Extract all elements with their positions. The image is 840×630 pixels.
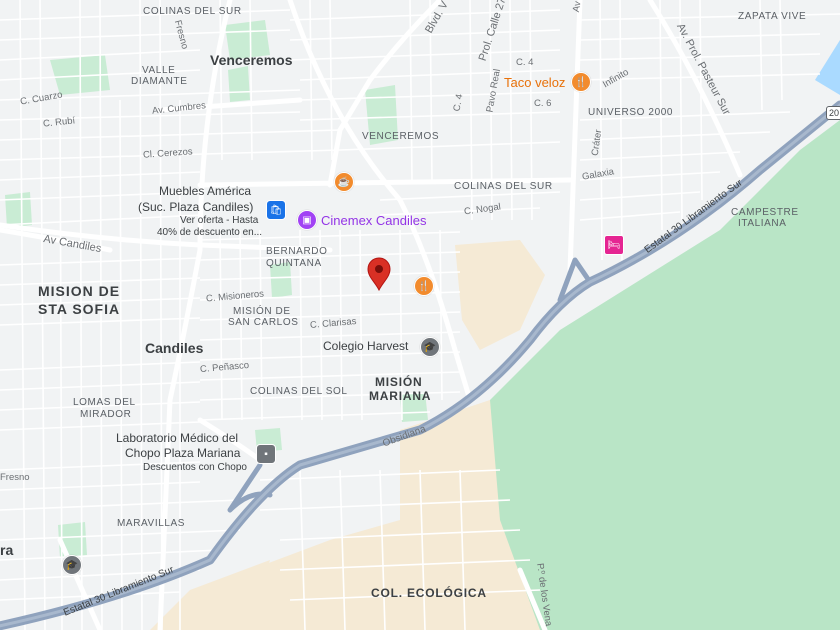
map-canvas[interactable]: COLINAS DEL SUR ZAPATA VIVE VALLE DIAMAN…: [0, 0, 840, 630]
area-label: VENCEREMOS: [362, 131, 440, 142]
coffee-icon[interactable]: ☕: [334, 172, 354, 192]
area-label: ZAPATA VIVE: [738, 11, 807, 22]
poi-muebles-offer: Ver oferta - Hasta: [180, 215, 259, 226]
area-label: CAMPESTRE: [731, 207, 799, 218]
poi-laboratorio-branch[interactable]: Chopo Plaza Mariana: [125, 447, 240, 459]
area-label: UNIVERSO 2000: [588, 107, 674, 118]
area-label: COL. ECOLÓGICA: [371, 586, 487, 600]
poi-colegio-harvest[interactable]: Colegio Harvest: [323, 340, 408, 352]
hotel-icon[interactable]: 🛏: [604, 235, 624, 255]
route-shield: 20: [826, 106, 840, 120]
poi-cinemex[interactable]: Cinemex Candiles: [321, 214, 427, 227]
shopping-bag-icon[interactable]: 🛍: [266, 200, 286, 220]
park-3: [228, 66, 250, 102]
street-label: C. 4: [516, 57, 534, 68]
area-label: MIRADOR: [80, 409, 132, 420]
city-label: Venceremos: [210, 52, 293, 68]
poi-laboratorio-offer: Descuentos con Chopo: [143, 462, 247, 473]
area-label: ITALIANA: [738, 218, 787, 229]
street-label: Av: [570, 0, 584, 14]
area-label: LOMAS DEL: [73, 397, 136, 408]
restaurant-icon[interactable]: 🍴: [414, 276, 434, 296]
area-label: MARAVILLAS: [117, 518, 186, 529]
city-label: Candiles: [145, 340, 204, 356]
area-label: VALLE: [142, 65, 176, 76]
area-label: COLINAS DEL SOL: [250, 386, 348, 397]
school-icon[interactable]: 🎓: [420, 337, 440, 357]
medical-icon[interactable]: ▪: [256, 444, 276, 464]
street-label: Fresno: [0, 472, 30, 483]
area-label: BERNARDO: [266, 246, 328, 257]
city-label-partial: ra: [0, 542, 14, 558]
area-label: MISIÓN DE: [233, 306, 291, 317]
area-label: STA SOFIA: [38, 301, 121, 317]
area-label: DIAMANTE: [131, 76, 188, 87]
poi-muebles-name[interactable]: Muebles América: [159, 185, 251, 197]
park-8: [5, 192, 32, 228]
poi-muebles-branch[interactable]: (Suc. Plaza Candiles): [138, 201, 253, 213]
area-label: MISION DE: [38, 283, 121, 299]
school-icon[interactable]: 🎓: [62, 555, 82, 575]
area-label: MARIANA: [369, 389, 432, 403]
area-label: SAN CARLOS: [228, 317, 299, 328]
area-label: COLINAS DEL SUR: [143, 6, 242, 17]
area-label: MISIÓN: [375, 375, 423, 389]
cinema-icon[interactable]: ▣: [297, 210, 317, 230]
area-label: COLINAS DEL SUR: [454, 181, 553, 192]
street-label: C. 6: [534, 98, 552, 109]
poi-muebles-offer: 40% de descuento en...: [157, 227, 263, 238]
restaurant-icon[interactable]: 🍴: [571, 72, 591, 92]
poi-taco-veloz[interactable]: Taco veloz: [504, 76, 565, 89]
area-label: QUINTANA: [266, 258, 322, 269]
poi-laboratorio-name[interactable]: Laboratorio Médico del: [116, 432, 238, 444]
